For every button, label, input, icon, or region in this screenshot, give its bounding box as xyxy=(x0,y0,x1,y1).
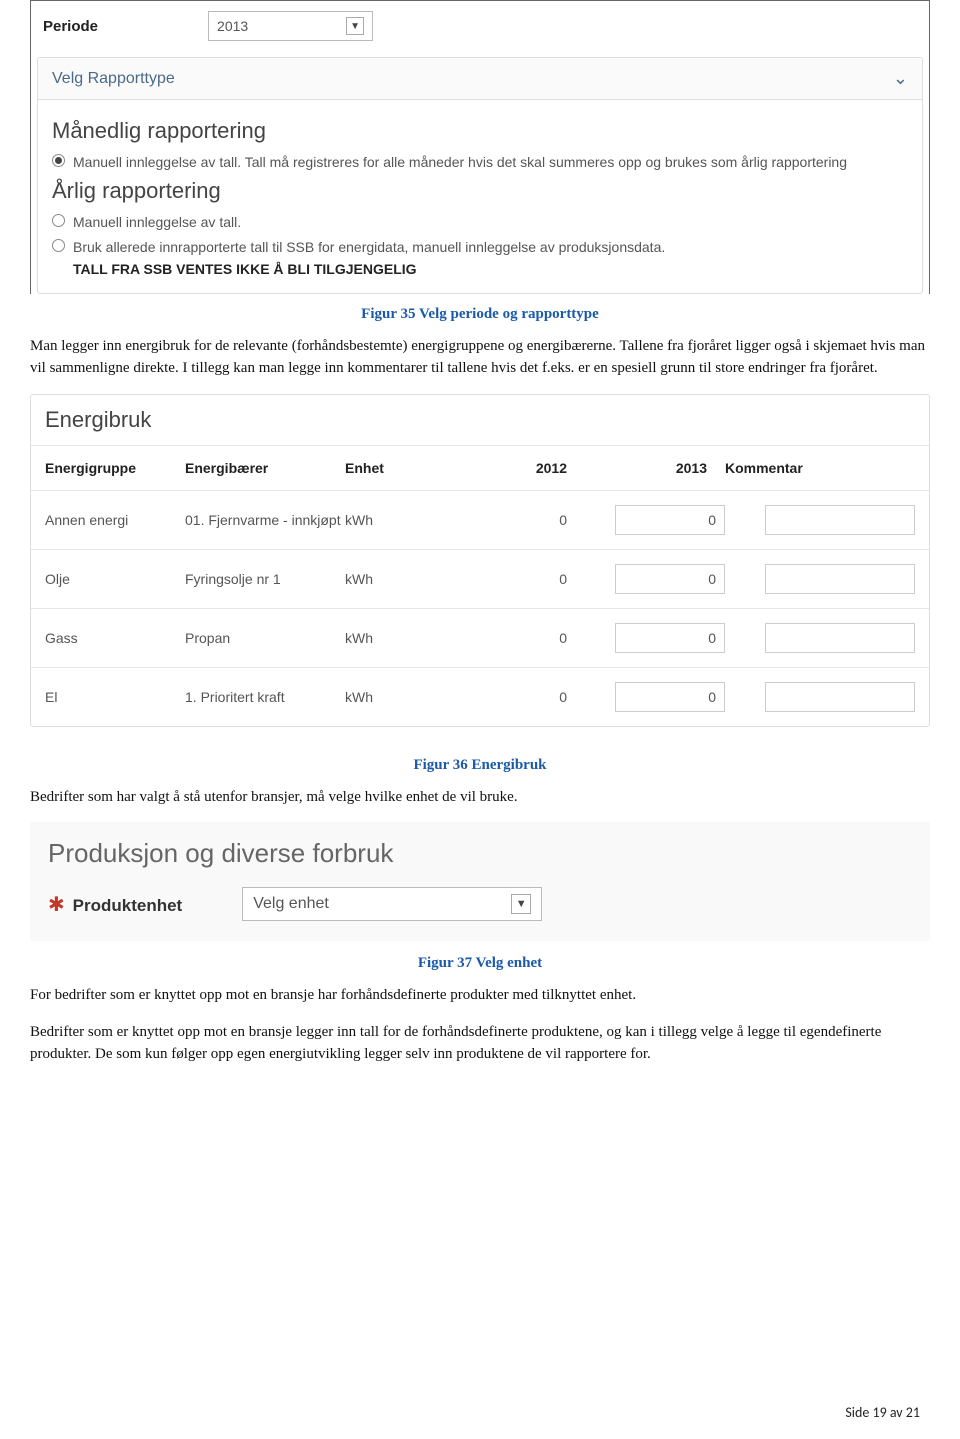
col-2013: 2013 xyxy=(585,460,725,476)
paragraph-4: Bedrifter som er knyttet opp mot en bran… xyxy=(30,1021,930,1066)
figure-35-caption: Figur 35 Velg periode og rapporttype xyxy=(30,306,930,323)
cell-carrier: 01. Fjernvarme - innkjøpt xyxy=(185,512,345,528)
cell-2012: 0 xyxy=(445,689,585,705)
paragraph-3: For bedrifter som er knyttet opp mot en … xyxy=(30,984,930,1007)
cell-unit: kWh xyxy=(345,689,445,705)
cell-carrier: Fyringsolje nr 1 xyxy=(185,571,345,587)
form-frame: Periode 2013 ▼ Velg Rapporttype ⌄ Månedl… xyxy=(30,0,930,294)
cell-unit: kWh xyxy=(345,512,445,528)
radio-yearly-ssb-label: Bruk allerede innrapporterte tall til SS… xyxy=(73,237,665,257)
monthly-title: Månedlig rapportering xyxy=(52,118,908,144)
chevron-down-icon: ⌄ xyxy=(893,68,908,89)
paragraph-1: Man legger inn energibruk for de relevan… xyxy=(30,335,930,380)
input-2013[interactable] xyxy=(615,505,725,535)
energibruk-title: Energibruk xyxy=(31,395,929,445)
radio-yearly-manual[interactable] xyxy=(52,214,65,227)
energibruk-panel: Energibruk Energigruppe Energibærer Enhe… xyxy=(30,394,930,727)
cell-carrier: 1. Prioritert kraft xyxy=(185,689,345,705)
produksjon-title: Produksjon og diverse forbruk xyxy=(48,838,912,869)
radio-yearly-ssb[interactable] xyxy=(52,239,65,252)
cell-carrier: Propan xyxy=(185,630,345,646)
radio-yearly-manual-label: Manuell innleggelse av tall. xyxy=(73,212,241,232)
table-row: Olje Fyringsolje nr 1 kWh 0 xyxy=(31,549,929,608)
input-comment[interactable] xyxy=(765,505,915,535)
col-enhet: Enhet xyxy=(345,460,445,476)
input-comment[interactable] xyxy=(765,682,915,712)
cell-group: Olje xyxy=(45,571,185,587)
cell-unit: kWh xyxy=(345,630,445,646)
figure-36-caption: Figur 36 Energibruk xyxy=(30,757,930,774)
chevron-down-icon: ▼ xyxy=(346,17,364,35)
energibruk-header-row: Energigruppe Energibærer Enhet 2012 2013… xyxy=(31,445,929,490)
input-2013[interactable] xyxy=(615,564,725,594)
table-row: El 1. Prioritert kraft kWh 0 xyxy=(31,667,929,726)
report-type-header[interactable]: Velg Rapporttype ⌄ xyxy=(38,58,922,100)
cell-2012: 0 xyxy=(445,571,585,587)
paragraph-2: Bedrifter som har valgt å stå utenfor br… xyxy=(30,786,930,809)
input-2013[interactable] xyxy=(615,682,725,712)
col-kommentar: Kommentar xyxy=(725,460,915,476)
figure-37-caption: Figur 37 Velg enhet xyxy=(30,955,930,972)
cell-2012: 0 xyxy=(445,630,585,646)
cell-2012: 0 xyxy=(445,512,585,528)
radio-monthly-manual[interactable] xyxy=(52,154,65,167)
col-energigruppe: Energigruppe xyxy=(45,460,185,476)
asterisk-icon: ✱ xyxy=(48,894,65,916)
page-footer: Side 19 av 21 xyxy=(845,1404,920,1421)
table-row: Annen energi 01. Fjernvarme - innkjøpt k… xyxy=(31,490,929,549)
input-2013[interactable] xyxy=(615,623,725,653)
report-type-panel: Velg Rapporttype ⌄ Månedlig rapportering… xyxy=(37,57,923,294)
produktenhet-select[interactable]: Velg enhet ▼ xyxy=(242,887,542,921)
radio-monthly-manual-label: Manuell innleggelse av tall. Tall må reg… xyxy=(73,152,847,172)
chevron-down-icon: ▼ xyxy=(511,894,531,914)
input-comment[interactable] xyxy=(765,623,915,653)
cell-group: Gass xyxy=(45,630,185,646)
table-row: Gass Propan kWh 0 xyxy=(31,608,929,667)
col-2012: 2012 xyxy=(445,460,585,476)
periode-select[interactable]: 2013 ▼ xyxy=(208,11,373,41)
ssb-warning: TALL FRA SSB VENTES IKKE Å BLI TILGJENGE… xyxy=(73,261,908,277)
cell-unit: kWh xyxy=(345,571,445,587)
report-type-title: Velg Rapporttype xyxy=(52,70,175,88)
col-energibaerer: Energibærer xyxy=(185,460,345,476)
produktenhet-label: Produktenhet xyxy=(73,896,183,915)
produktenhet-value: Velg enhet xyxy=(253,895,329,913)
cell-group: Annen energi xyxy=(45,512,185,528)
yearly-title: Årlig rapportering xyxy=(52,178,908,204)
periode-value: 2013 xyxy=(217,18,248,34)
periode-label: Periode xyxy=(43,18,98,35)
produksjon-panel: Produksjon og diverse forbruk ✱ Produkte… xyxy=(30,822,930,941)
input-comment[interactable] xyxy=(765,564,915,594)
cell-group: El xyxy=(45,689,185,705)
